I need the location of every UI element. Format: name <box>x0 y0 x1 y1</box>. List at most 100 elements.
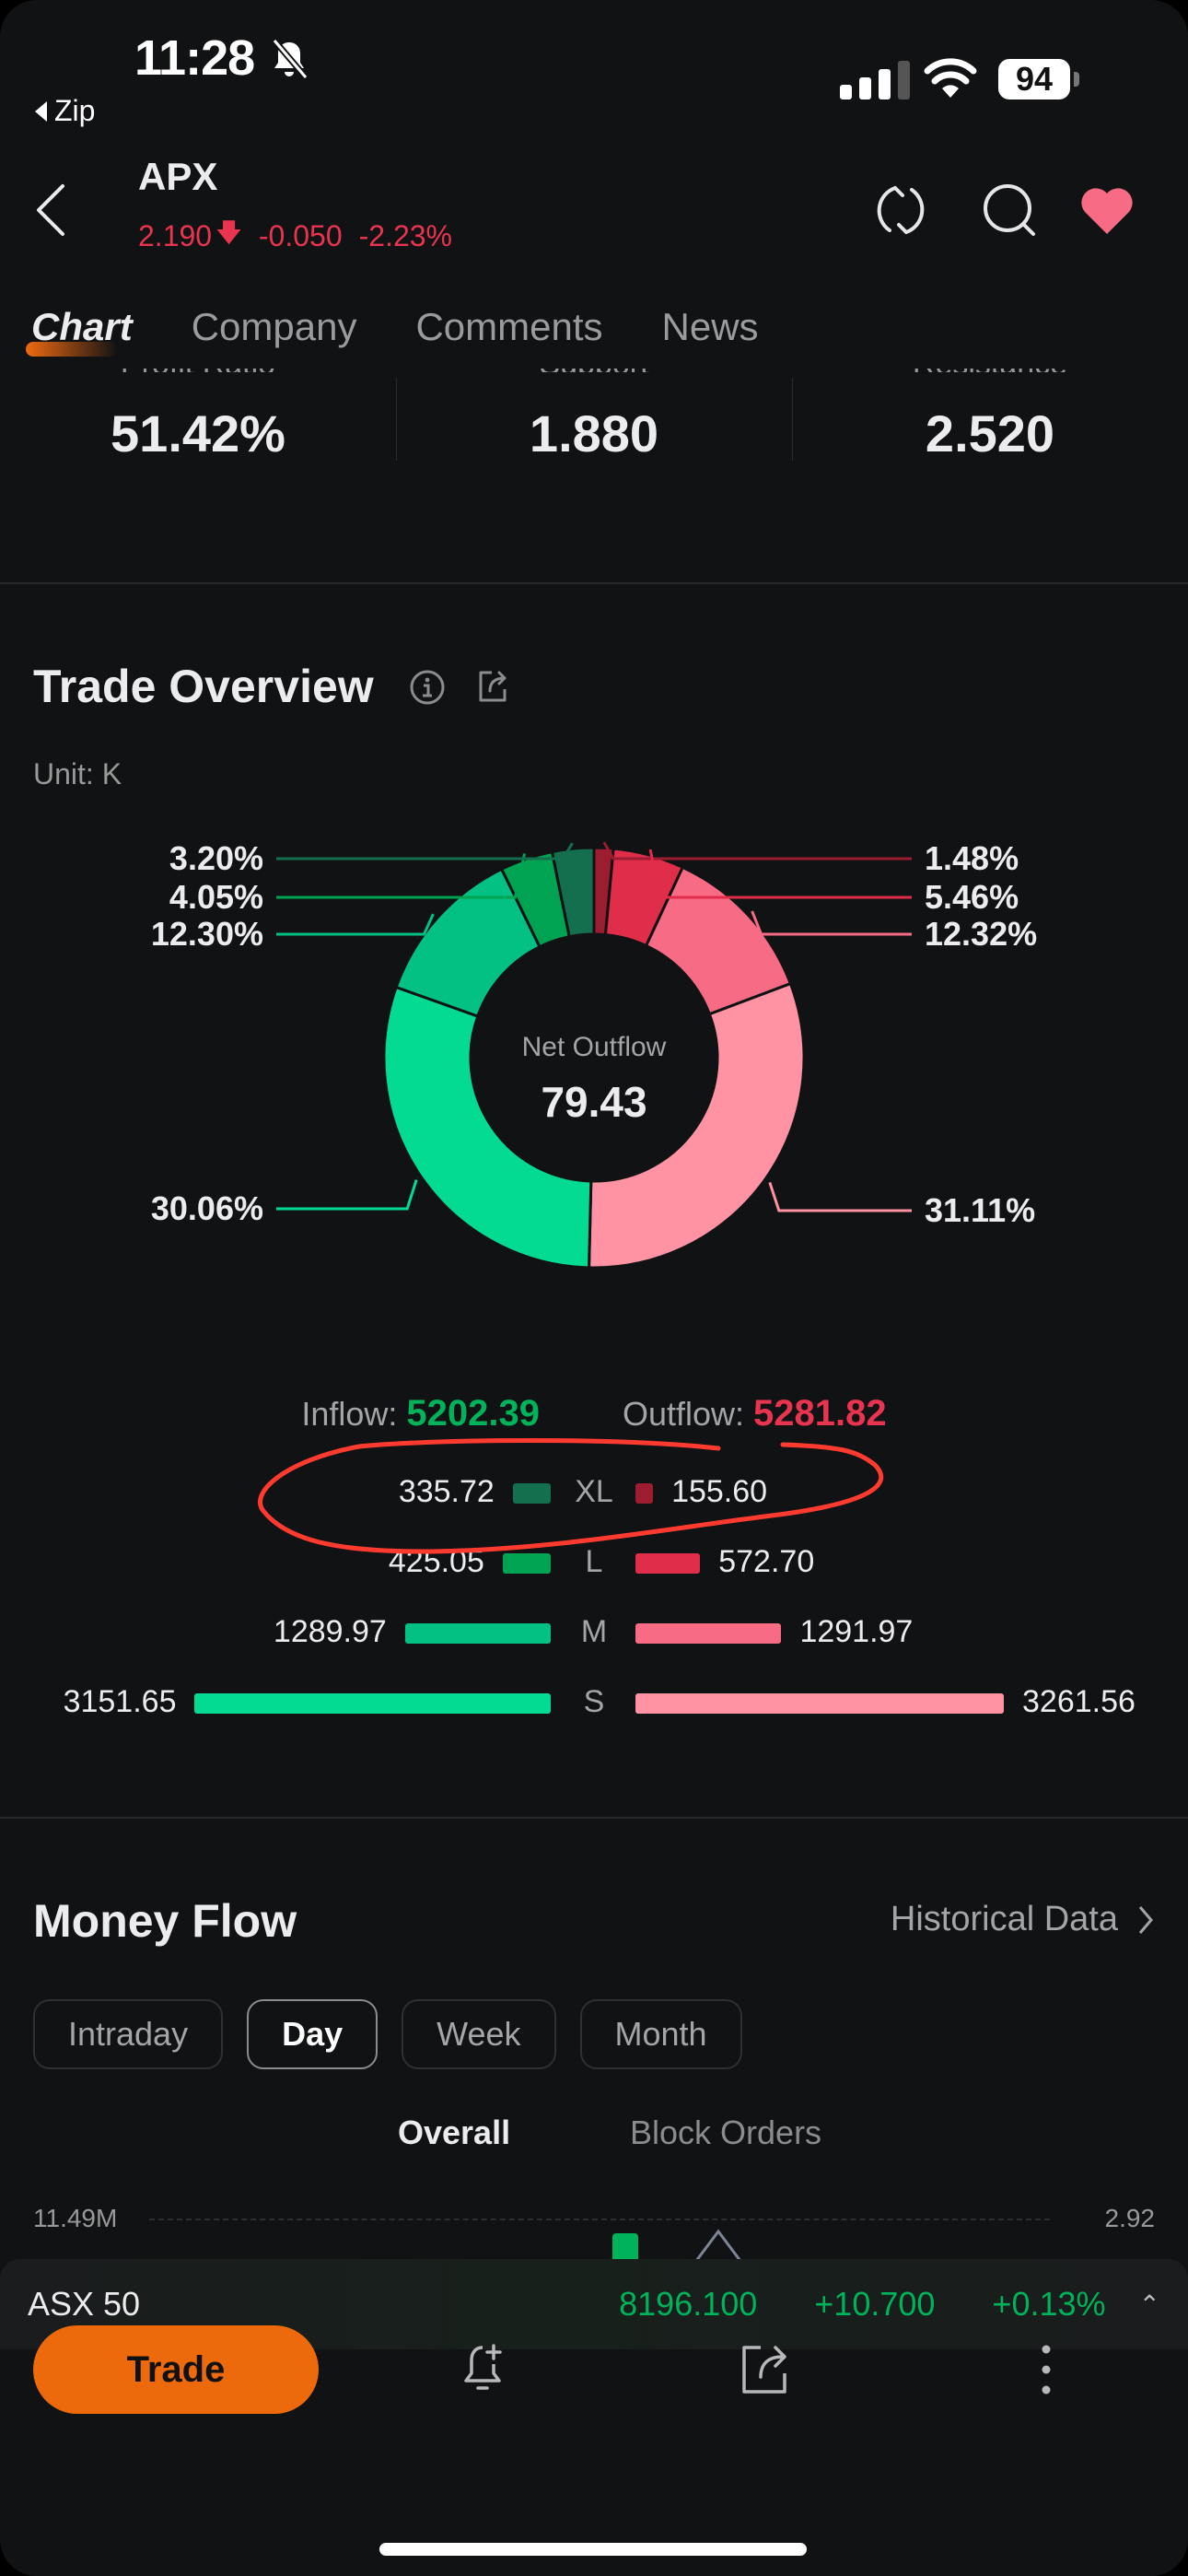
section-divider <box>0 582 1188 584</box>
arrow-down-icon: 🡇 <box>215 218 242 247</box>
signal-bar <box>840 85 852 100</box>
outflow-label: Outflow: <box>623 1395 745 1433</box>
stock-quote: 2.190 🡇 -0.050 -2.23% <box>138 214 452 258</box>
signal-bar <box>879 69 891 100</box>
home-indicator <box>379 2543 807 2556</box>
subtab-block-orders[interactable]: Block Orders <box>630 2113 821 2152</box>
leader-line <box>768 1181 912 1212</box>
chevron-up-icon[interactable]: ⌃ <box>1139 2289 1160 2320</box>
stock-change-pct: -2.23% <box>358 218 452 252</box>
inflow-amount: 3151.65 <box>63 1684 177 1719</box>
ticker-change: +10.700 <box>814 2285 936 2323</box>
donut-pct-label: 5.46% <box>925 878 1019 916</box>
back-triangle-icon <box>35 100 47 122</box>
donut-pct-label: 31.11% <box>925 1191 1035 1229</box>
outflow-value: 5281.82 <box>753 1393 887 1434</box>
outflow-amount: 155.60 <box>671 1474 768 1509</box>
money-flow-title: Money Flow <box>33 1895 297 1947</box>
battery-icon: 94 <box>998 59 1070 100</box>
screen: 11:28 Zip 94 APX 2.190 🡇 -0.050 -2.23% 5… <box>0 0 1188 2576</box>
flow-row-m: 1289.97 M 1291.97 <box>0 1614 1188 1651</box>
alert-add-icon[interactable] <box>455 2340 510 2399</box>
battery-tip <box>1074 72 1079 87</box>
inflow-bar <box>404 1623 551 1644</box>
period-day[interactable]: Day <box>247 1999 379 2069</box>
inflow-value: 5202.39 <box>406 1393 540 1434</box>
chevron-right-icon <box>1138 1905 1153 1934</box>
back-to-app-link[interactable]: Zip <box>35 94 95 128</box>
flow-row-l: 425.05 L 572.70 <box>0 1544 1188 1581</box>
period-week[interactable]: Week <box>402 1999 556 2069</box>
donut-pct-label: 30.06% <box>151 1189 263 1227</box>
refresh-icon[interactable] <box>871 181 930 240</box>
donut-pct-label: 3.20% <box>169 839 263 877</box>
bell-off-icon <box>272 38 309 80</box>
donut-center-label: Net Outflow <box>522 1032 667 1062</box>
subtab-overall[interactable]: Overall <box>398 2113 510 2152</box>
inflow-bar <box>512 1483 551 1504</box>
flow-row-xl: 335.72 XL 155.60 <box>0 1474 1188 1511</box>
donut-pct-label: 12.30% <box>151 915 263 953</box>
tab-company[interactable]: Company <box>192 305 357 349</box>
stock-symbol: APX <box>138 155 218 198</box>
leader-line <box>751 910 912 936</box>
period-intraday[interactable]: Intraday <box>33 1999 224 2069</box>
outflow-bar <box>635 1483 654 1504</box>
trade-overview-donut: 1.48% 5.46% 12.32% 31.11% 30.06% 12.30% 4.05% 3… <box>0 811 1188 1327</box>
signal-icon <box>840 59 910 100</box>
wifi-icon <box>924 58 977 98</box>
share-icon[interactable] <box>737 2340 792 2399</box>
tab-news[interactable]: News <box>662 305 759 349</box>
ticker-name: ASX 50 <box>28 2285 141 2323</box>
historical-data-link[interactable]: Historical Data <box>891 1900 1155 1939</box>
section-divider <box>0 1817 1188 1819</box>
donut-pct-label: 12.32% <box>925 915 1037 953</box>
ticker-change-pct: +0.13% <box>992 2285 1106 2323</box>
outflow-bar <box>635 1553 701 1574</box>
leader-line <box>276 913 435 936</box>
period-selector: Intraday Day Week Month <box>33 1999 742 2069</box>
stats-row: Profit Ratio 51.42% Support 1.880 Resist… <box>0 359 1188 461</box>
size-category: S <box>583 1684 605 1719</box>
inflow-amount: 425.05 <box>388 1544 484 1579</box>
trade-button[interactable]: Trade <box>33 2325 319 2414</box>
more-icon[interactable] <box>1019 2340 1074 2399</box>
inflow-amount: 1289.97 <box>273 1614 387 1649</box>
inflow-label: Inflow: <box>301 1395 398 1433</box>
ticker-value: 8196.100 <box>619 2285 758 2323</box>
outflow-bar <box>635 1693 1004 1714</box>
flow-row-s: 3151.65 S 3261.56 <box>0 1684 1188 1721</box>
back-icon[interactable] <box>33 182 70 238</box>
flow-summary: Inflow: 5202.39 Outflow: 5281.82 <box>0 1393 1188 1434</box>
inflow-bar <box>194 1693 551 1714</box>
info-icon[interactable] <box>409 669 446 706</box>
axis-left-max: 11.49M <box>33 2204 118 2232</box>
heart-icon[interactable] <box>1077 181 1136 240</box>
outflow-amount: 1291.97 <box>799 1614 914 1649</box>
search-icon[interactable] <box>980 181 1039 240</box>
inflow-bar <box>502 1553 551 1574</box>
leader-line <box>276 1179 418 1211</box>
stat-value: 2.520 <box>925 404 1055 461</box>
outflow-amount: 572.70 <box>718 1544 815 1579</box>
donut-pct-label: 1.48% <box>925 839 1019 877</box>
signal-bar <box>898 61 910 100</box>
tab-bar: Chart Company Comments News <box>0 286 1188 369</box>
donut-center-value: 79.43 <box>541 1078 646 1126</box>
back-app-label: Zip <box>54 94 96 127</box>
leader-line <box>276 842 574 861</box>
price-line <box>694 2229 742 2261</box>
tab-comments[interactable]: Comments <box>415 305 602 349</box>
unit-label: Unit: K <box>33 757 122 790</box>
stat-value: 51.42% <box>111 404 285 461</box>
share-icon[interactable] <box>475 667 510 704</box>
signal-bar <box>859 77 871 100</box>
stock-price: 2.190 <box>138 218 213 252</box>
stat-resistance: Resistance 2.520 <box>792 359 1188 461</box>
outflow-bar <box>635 1623 782 1644</box>
period-month[interactable]: Month <box>579 1999 742 2069</box>
trade-overview-title: Trade Overview <box>33 661 374 712</box>
status-time: 11:28 <box>134 30 255 86</box>
size-category: XL <box>575 1474 613 1509</box>
tab-chart[interactable]: Chart <box>26 305 133 357</box>
